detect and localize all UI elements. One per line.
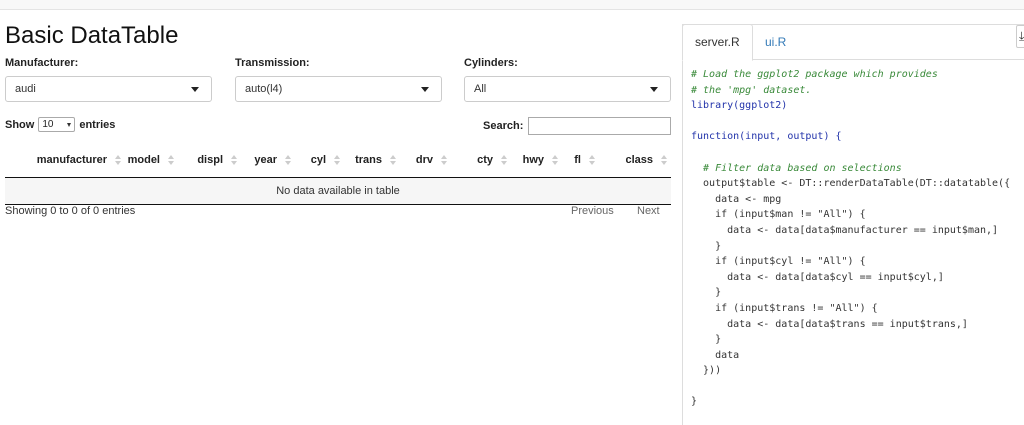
manufacturer-select-value: audi xyxy=(15,83,36,95)
sort-icon xyxy=(589,155,595,165)
code-line: } xyxy=(691,287,722,299)
column-header[interactable]: hwy xyxy=(511,143,562,178)
show-label: Show xyxy=(5,118,35,131)
column-header[interactable]: year xyxy=(241,143,295,178)
code-line: data <- data[data$cyl == input$cyl,] xyxy=(691,271,944,283)
code-block: # Load the ggplot2 package which provide… xyxy=(691,67,1010,410)
column-header[interactable]: displ xyxy=(178,143,241,178)
search-input[interactable] xyxy=(528,117,672,135)
tab-ui-r[interactable]: ui.R xyxy=(765,35,786,49)
code-line: function(input, output) { xyxy=(691,131,842,143)
download-icon[interactable]: ⤓ xyxy=(1016,25,1024,48)
entries-select-value: 10 xyxy=(42,119,54,130)
column-header[interactable]: cyl xyxy=(295,143,344,178)
code-line: } xyxy=(691,334,722,346)
column-label: drv xyxy=(415,153,433,166)
data-table: manufacturer model displ year cyl trans … xyxy=(5,143,671,205)
chevron-down-icon xyxy=(67,123,72,127)
top-bar xyxy=(0,0,1024,10)
sort-icon xyxy=(390,155,396,165)
cylinders-select[interactable]: All xyxy=(464,76,671,102)
sort-icon xyxy=(168,155,174,165)
column-label: model xyxy=(127,153,160,166)
cylinders-select-value: All xyxy=(474,83,487,95)
chevron-down-icon xyxy=(421,87,429,92)
table-row: No data available in table xyxy=(5,177,671,205)
code-line: data <- mpg xyxy=(691,193,782,205)
column-header[interactable]: class xyxy=(599,143,671,178)
code-line: # the 'mpg' dataset. xyxy=(691,84,812,96)
code-line: # Filter data based on selections xyxy=(691,162,902,174)
column-header[interactable]: fl xyxy=(562,143,599,178)
code-line: if (input$cyl != "All") { xyxy=(691,256,866,268)
column-label: hwy xyxy=(522,153,544,166)
code-tabs: server.R ui.R ⤓ xyxy=(682,24,1024,61)
code-line: data xyxy=(691,349,740,361)
column-header[interactable]: drv xyxy=(400,143,451,178)
sort-icon xyxy=(661,155,667,165)
code-line: # Load the ggplot2 package which provide… xyxy=(691,69,938,80)
next-button[interactable]: Next xyxy=(637,205,660,217)
transmission-filter: Transmission: auto(l4) xyxy=(235,57,442,102)
code-line: } xyxy=(691,396,698,408)
sort-icon xyxy=(552,155,558,165)
column-header[interactable]: trans xyxy=(344,143,400,178)
code-line: if (input$man != "All") { xyxy=(691,209,866,221)
cylinders-label: Cylinders: xyxy=(464,57,518,69)
search-control: Search: xyxy=(483,117,672,135)
manufacturer-select[interactable]: audi xyxy=(5,76,212,102)
code-line: data <- data[data$trans == input$trans,] xyxy=(691,318,968,330)
previous-button[interactable]: Previous xyxy=(571,205,614,217)
table-header-row: manufacturer model displ year cyl trans … xyxy=(5,143,671,178)
empty-message: No data available in table xyxy=(5,177,671,205)
app-panel: Basic DataTable Manufacturer: audi Trans… xyxy=(0,10,680,425)
code-line: library(ggplot2) xyxy=(691,100,788,112)
column-label: class xyxy=(625,153,653,166)
entries-label: entries xyxy=(79,118,116,131)
chevron-down-icon xyxy=(191,87,199,92)
chevron-down-icon xyxy=(650,87,658,92)
code-pane: server.R ui.R ⤓ # Load the ggplot2 packa… xyxy=(682,24,1024,425)
column-label: cyl xyxy=(310,153,326,166)
sort-icon xyxy=(231,155,237,165)
sort-icon xyxy=(285,155,291,165)
column-header[interactable]: manufacturer xyxy=(5,143,125,178)
entries-select[interactable]: 10 xyxy=(38,117,76,132)
code-line: if (input$trans != "All") { xyxy=(691,302,878,314)
cylinders-filter: Cylinders: All xyxy=(464,57,671,102)
transmission-select-value: auto(l4) xyxy=(245,83,283,95)
code-line: data <- data[data$manufacturer == input$… xyxy=(691,224,999,236)
tab-server-r[interactable]: server.R xyxy=(682,24,753,61)
sort-icon xyxy=(501,155,507,165)
code-line: })) xyxy=(691,365,722,377)
length-control: Show 10 entries xyxy=(5,117,115,132)
sort-icon xyxy=(115,155,121,165)
sort-icon xyxy=(441,155,447,165)
table-info: Showing 0 to 0 of 0 entries xyxy=(5,205,136,217)
column-header[interactable]: cty xyxy=(451,143,511,178)
column-label: displ xyxy=(197,153,223,166)
search-label: Search: xyxy=(483,120,524,132)
column-label: year xyxy=(254,153,277,166)
column-header[interactable]: model xyxy=(125,143,178,178)
sort-icon xyxy=(334,155,340,165)
column-label: manufacturer xyxy=(36,153,107,166)
column-label: cty xyxy=(477,153,493,166)
page-title: Basic DataTable xyxy=(5,22,179,49)
transmission-select[interactable]: auto(l4) xyxy=(235,76,442,102)
code-line: output$table <- DT::renderDataTable(DT::… xyxy=(691,178,1011,190)
column-label: trans xyxy=(355,153,382,166)
code-line: } xyxy=(691,240,722,252)
manufacturer-filter: Manufacturer: audi xyxy=(5,57,212,102)
column-label: fl xyxy=(574,153,581,166)
manufacturer-label: Manufacturer: xyxy=(5,57,79,69)
transmission-label: Transmission: xyxy=(235,57,310,69)
